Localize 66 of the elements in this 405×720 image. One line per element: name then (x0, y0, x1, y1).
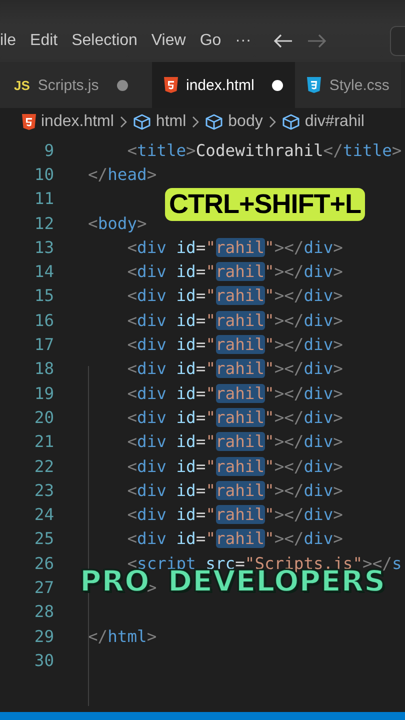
menu-item[interactable]: ile (0, 32, 24, 50)
menu-item[interactable]: ··· (229, 32, 260, 50)
line-number: 9 (43, 140, 54, 160)
line-number: 24 (33, 505, 54, 524)
menu-item[interactable]: Edit (24, 32, 66, 50)
line-number: 13 (33, 238, 54, 257)
code-line: <div id="rahil"></div> (127, 480, 343, 500)
code-line: </head> (88, 164, 157, 184)
caption-badge: CTRL+SHIFT+L (165, 188, 366, 221)
code-line: <title>Codewithrahil</title> (127, 140, 402, 160)
code-line: <div id="rahil"></div> (127, 456, 343, 476)
code-line: <div id="rahil"></div> (127, 529, 343, 548)
editor-tab[interactable]: Style.css (295, 62, 402, 108)
cube-icon (282, 114, 300, 130)
line-number: 28 (33, 602, 54, 622)
line-number: 20 (33, 408, 54, 427)
code-line: <div id="rahil"></div> (127, 408, 343, 427)
chevron-icon (120, 116, 127, 128)
breadcrumb-item[interactable]: index.html (41, 113, 114, 131)
forward-arrow-icon[interactable] (307, 33, 328, 49)
js-file-icon: JS (14, 78, 30, 92)
code-line: <body> (88, 214, 147, 233)
code-line: <div id="rahil"></div> (127, 262, 343, 282)
code-line: <div id="rahil"></div> (127, 238, 343, 257)
breadcrumb-item[interactable]: div#rahil (304, 113, 364, 131)
line-number: 25 (33, 529, 54, 548)
line-number: 22 (33, 456, 54, 476)
editor-tab[interactable]: JS Scripts.js (0, 62, 152, 108)
html-file-icon (164, 77, 178, 93)
line-number: 23 (33, 480, 54, 500)
breadcrumb-item[interactable]: body (228, 113, 263, 131)
code-line: </html> (88, 626, 157, 646)
line-number: 16 (33, 310, 54, 330)
html-file-icon (22, 114, 36, 130)
chevron-icon (268, 116, 276, 128)
line-number: 12 (33, 214, 54, 233)
code-line: <div id="rahil"></div> (127, 384, 343, 403)
line-number: 21 (33, 432, 54, 452)
line-number: 30 (33, 650, 54, 670)
cube-icon (132, 114, 151, 130)
code-line: <div id="rahil"></div> (127, 432, 343, 452)
line-number: 29 (33, 626, 54, 646)
code-line: <div id="rahil"></div> (127, 505, 343, 524)
css-file-icon (307, 77, 322, 93)
menu-item[interactable]: Selection (66, 32, 146, 50)
back-arrow-icon[interactable] (273, 33, 294, 49)
line-number: 26 (33, 554, 54, 573)
chevron-icon (192, 116, 200, 128)
code-line: <div id="rahil"></div> (127, 359, 343, 378)
breadcrumb-item[interactable]: html (156, 113, 186, 131)
menu-item[interactable]: View (145, 32, 194, 50)
editor-tab[interactable]: index.html (152, 62, 296, 108)
line-number: 18 (33, 359, 54, 378)
line-number: 14 (33, 262, 54, 282)
line-number: 15 (33, 286, 54, 306)
search-field[interactable] (390, 26, 405, 56)
code-line: <div id="rahil"></div> (127, 286, 343, 306)
line-number: 11 (33, 189, 54, 208)
line-number: 19 (33, 384, 54, 403)
line-number: 27 (33, 578, 54, 597)
line-number: 10 (33, 164, 54, 184)
code-line: <div id="rahil"></div> (127, 335, 343, 354)
line-number: 17 (33, 335, 54, 354)
cube-icon (205, 114, 224, 130)
menu-item[interactable]: Go (194, 32, 230, 50)
code-line: <div id="rahil"></div> (127, 310, 343, 330)
